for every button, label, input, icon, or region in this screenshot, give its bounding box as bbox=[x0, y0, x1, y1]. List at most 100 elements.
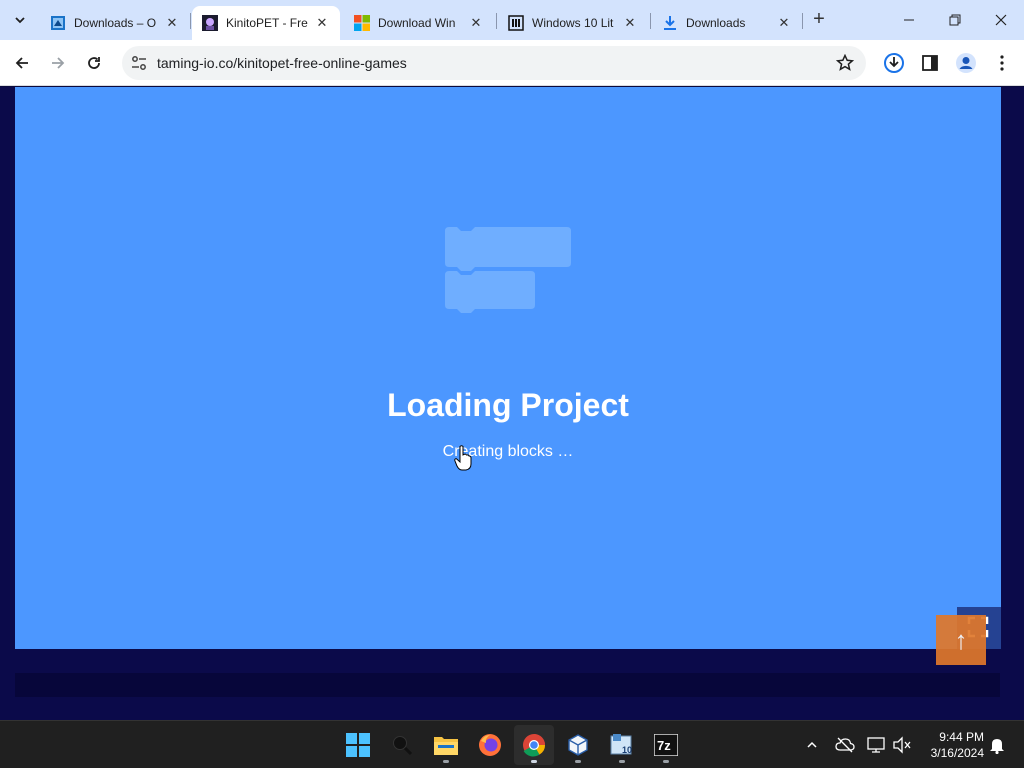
running-indicator bbox=[663, 760, 669, 763]
show-hidden-icons-button[interactable] bbox=[800, 733, 824, 757]
windows-10-lite-icon: 10 bbox=[610, 734, 632, 755]
running-indicator bbox=[619, 760, 625, 763]
address-bar[interactable]: taming-io.co/kinitopet-free-online-games bbox=[122, 46, 866, 80]
kinitopet-icon bbox=[202, 15, 218, 31]
download-icon bbox=[884, 53, 904, 73]
side-panel-button[interactable] bbox=[918, 51, 942, 75]
running-indicator bbox=[575, 760, 581, 763]
network-icon bbox=[867, 737, 885, 753]
page-scrollbar[interactable] bbox=[1016, 87, 1024, 720]
restore-button[interactable] bbox=[932, 0, 978, 40]
windows-10-lite-button[interactable]: 10 bbox=[602, 725, 642, 765]
tab-title: KinitoPET - Free bbox=[226, 16, 308, 30]
start-icon bbox=[346, 733, 370, 757]
game-stage[interactable]: Loading Project Creating blocks … bbox=[15, 87, 1001, 649]
tab-divider bbox=[496, 13, 497, 29]
tab-kinitopet[interactable]: KinitoPET - Free ✕ bbox=[192, 6, 340, 40]
network-button[interactable] bbox=[865, 733, 889, 757]
windows-taskbar: 10 7z 9:44 PM 3/16/2024 bbox=[0, 720, 1024, 768]
close-icon bbox=[995, 14, 1007, 26]
close-tab-icon[interactable]: ✕ bbox=[622, 15, 638, 31]
download-icon bbox=[664, 16, 676, 30]
tab-divider bbox=[650, 13, 651, 29]
loading-title: Loading Project bbox=[387, 387, 629, 423]
chevron-down-icon bbox=[15, 17, 25, 24]
close-tab-icon[interactable]: ✕ bbox=[468, 15, 484, 31]
microsoft-icon bbox=[354, 15, 370, 31]
file-explorer-icon bbox=[434, 737, 458, 755]
running-indicator bbox=[531, 760, 537, 763]
clock-time: 9:44 PM bbox=[939, 730, 984, 744]
tab-title: Downloads bbox=[686, 16, 746, 30]
search-icon bbox=[393, 736, 413, 756]
virtualbox-button[interactable] bbox=[558, 725, 598, 765]
arrow-left-icon bbox=[15, 57, 28, 69]
url-text[interactable]: taming-io.co/kinitopet-free-online-games bbox=[157, 55, 407, 71]
arrow-up-icon: ↑ bbox=[954, 624, 968, 655]
reload-icon bbox=[88, 57, 100, 69]
close-tab-icon[interactable]: ✕ bbox=[164, 15, 180, 31]
search-button[interactable] bbox=[382, 725, 422, 765]
virtualbox-icon bbox=[568, 734, 588, 756]
chevron-up-icon bbox=[807, 741, 817, 748]
volume-button[interactable] bbox=[890, 733, 914, 757]
site-settings-icon[interactable] bbox=[130, 54, 148, 72]
avatar-icon bbox=[956, 53, 976, 73]
page-footer-bar bbox=[15, 673, 1000, 697]
start-button[interactable] bbox=[338, 725, 378, 765]
archive-icon bbox=[508, 15, 524, 31]
reload-button[interactable] bbox=[80, 49, 108, 77]
tab-title: Windows 10 Lit bbox=[532, 16, 614, 30]
tab-title: Downloads – O bbox=[74, 16, 157, 30]
svg-text:10: 10 bbox=[622, 745, 632, 755]
bell-icon bbox=[990, 739, 1004, 754]
notifications-button[interactable] bbox=[985, 733, 1009, 757]
restore-icon bbox=[949, 14, 961, 26]
tab-title: Download Win bbox=[378, 16, 456, 30]
running-indicator bbox=[443, 760, 449, 763]
web-page: Loading Project Creating blocks … ↑ bbox=[0, 87, 1024, 720]
downloads-site-icon bbox=[51, 16, 65, 30]
profile-button[interactable] bbox=[954, 51, 978, 75]
tab-search-button[interactable] bbox=[8, 8, 32, 32]
loading-subtitle: Creating blocks … bbox=[442, 443, 574, 460]
kebab-menu-icon bbox=[1000, 55, 1004, 71]
tab-windows-10-lite[interactable]: Windows 10 Lit ✕ bbox=[498, 6, 648, 40]
menu-button[interactable] bbox=[990, 51, 1014, 75]
tab-downloads[interactable]: Downloads ✕ bbox=[652, 6, 802, 40]
minimize-icon bbox=[904, 19, 914, 21]
close-window-button[interactable] bbox=[978, 0, 1024, 40]
chrome-button[interactable] bbox=[514, 725, 554, 765]
tab-strip: Downloads – O ✕ KinitoPET - Free ✕ Downl… bbox=[0, 0, 1024, 40]
chrome-icon bbox=[523, 734, 545, 757]
scroll-to-top-button[interactable]: ↑ bbox=[936, 615, 986, 665]
firefox-icon bbox=[479, 734, 501, 756]
browser-toolbar: taming-io.co/kinitopet-free-online-games bbox=[0, 40, 1024, 86]
system-clock[interactable]: 9:44 PM 3/16/2024 bbox=[922, 729, 984, 761]
tab-divider bbox=[190, 13, 191, 29]
minimize-button[interactable] bbox=[886, 0, 932, 40]
close-tab-icon[interactable]: ✕ bbox=[314, 15, 330, 31]
clock-date: 3/16/2024 bbox=[930, 746, 984, 760]
svg-text:7z: 7z bbox=[657, 738, 671, 753]
onedrive-button[interactable] bbox=[833, 733, 857, 757]
7zip-button[interactable]: 7z bbox=[646, 725, 686, 765]
tab-divider bbox=[802, 13, 803, 29]
close-tab-icon[interactable]: ✕ bbox=[776, 15, 792, 31]
bookmark-star-icon[interactable] bbox=[836, 54, 854, 72]
cloud-offline-icon bbox=[835, 737, 855, 753]
new-tab-button[interactable]: + bbox=[806, 8, 832, 32]
volume-muted-icon bbox=[893, 736, 911, 754]
tab-downloads-site[interactable]: Downloads – O ✕ bbox=[40, 6, 190, 40]
firefox-button[interactable] bbox=[470, 725, 510, 765]
plus-icon: + bbox=[813, 8, 825, 30]
arrow-right-icon bbox=[52, 57, 65, 69]
back-button[interactable] bbox=[8, 49, 36, 77]
forward-button[interactable] bbox=[44, 49, 72, 77]
tab-download-windows[interactable]: Download Win ✕ bbox=[344, 6, 494, 40]
file-explorer-button[interactable] bbox=[426, 725, 466, 765]
7zip-icon: 7z bbox=[654, 734, 678, 756]
downloads-button[interactable] bbox=[882, 51, 906, 75]
hand-cursor-icon bbox=[454, 445, 472, 471]
scratch-blocks-icon bbox=[445, 227, 571, 313]
